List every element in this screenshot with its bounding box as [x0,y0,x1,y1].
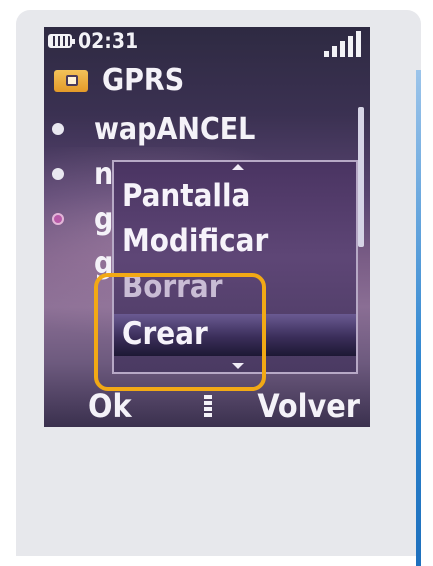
header-row: GPRS [44,61,370,98]
battery-icon [48,34,75,48]
list-item-label: n [94,157,114,192]
highlight-callout-box [94,273,266,391]
ok-softkey[interactable]: Ok [88,387,132,425]
card-accent-edge [416,70,421,566]
list-item[interactable]: wapANCEL [44,110,370,147]
status-bar: 02:31 [44,27,370,61]
softkey-bar: Ok Volver [44,387,370,427]
scroll-up-arrow-icon[interactable] [232,164,244,170]
clock-time: 02:31 [78,29,139,53]
volver-softkey[interactable]: Volver [257,387,360,425]
signal-bars-icon [324,31,364,57]
bullet-selected-icon [52,213,64,225]
list-item-label: g [94,202,114,237]
nav-dots-icon [204,393,212,425]
folder-icon [54,70,88,92]
bullet-icon [52,168,64,180]
menu-item-pantalla[interactable]: Pantalla [122,178,250,214]
bullet-icon [52,123,64,135]
header-title: GPRS [102,63,185,98]
list-item-label: wapANCEL [94,112,256,147]
menu-item-modificar[interactable]: Modificar [122,223,268,259]
list-scrollbar[interactable] [358,107,364,247]
